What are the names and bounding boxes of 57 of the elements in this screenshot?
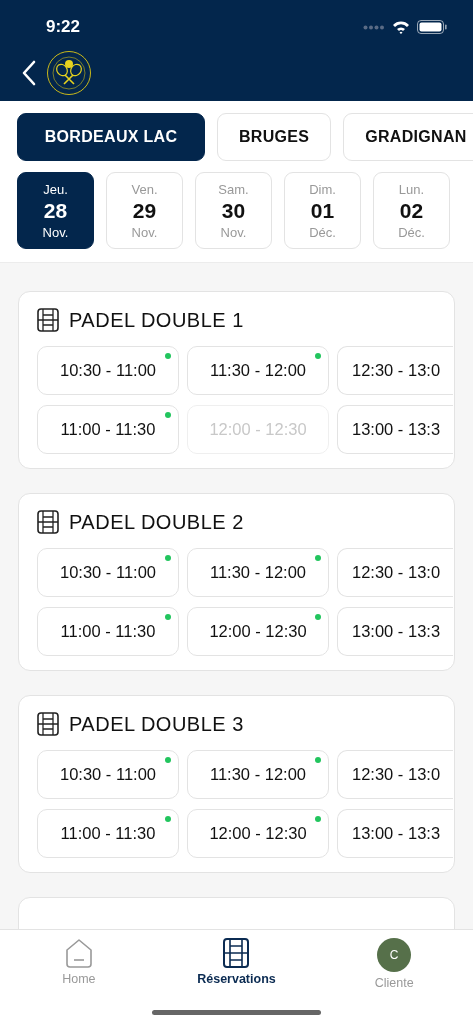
time-slot[interactable]: 10:30 - 11:00 — [37, 548, 179, 597]
court-icon — [37, 510, 59, 534]
time-slot[interactable]: 12:30 - 13:0 — [337, 346, 453, 395]
weekday-label: Jeu. — [43, 181, 68, 197]
court-title: PADEL DOUBLE 1 — [69, 308, 244, 332]
club-tab[interactable]: BORDEAUX LAC — [17, 113, 205, 161]
day-number: 30 — [221, 198, 246, 223]
wifi-icon — [392, 20, 410, 34]
date-chip[interactable]: Jeu. 28 Nov. — [17, 172, 94, 249]
day-number: 02 — [399, 198, 424, 223]
date-chip[interactable]: Sam. 30 Nov. — [195, 172, 272, 249]
day-number: 01 — [310, 198, 335, 223]
time-slot[interactable]: 11:30 - 12:00 — [187, 548, 329, 597]
court-title: PADEL DOUBLE 3 — [69, 712, 244, 736]
month-label: Déc. — [398, 224, 425, 240]
court-title: PADEL DOUBLE 2 — [69, 510, 244, 534]
avatar-initial: C — [377, 938, 412, 972]
signal-icon — [363, 24, 385, 30]
club-tab[interactable]: BRUGES — [217, 113, 332, 161]
time-slot[interactable]: 11:30 - 12:00 — [187, 750, 329, 799]
weekday-label: Dim. — [309, 181, 336, 197]
time-slot[interactable]: 11:00 - 11:30 — [37, 809, 179, 858]
club-logo-icon — [46, 50, 92, 96]
back-icon[interactable] — [22, 60, 36, 86]
time-slot[interactable]: 11:00 - 11:30 — [37, 405, 179, 454]
time-slot[interactable]: 11:30 - 12:00 — [187, 346, 329, 395]
court-icon — [37, 308, 59, 332]
day-number: 28 — [43, 198, 68, 223]
month-label: Nov. — [131, 224, 158, 240]
weekday-label: Lun. — [398, 181, 425, 197]
date-chip[interactable]: Ven. 29 Nov. — [106, 172, 183, 249]
battery-icon — [417, 20, 447, 34]
court-icon — [37, 712, 59, 736]
time-slot[interactable]: 10:30 - 11:00 — [37, 346, 179, 395]
time-slot[interactable]: 12:30 - 13:0 — [337, 548, 453, 597]
month-label: Nov. — [42, 224, 69, 240]
time-slot[interactable]: 13:00 - 13:3 — [337, 405, 453, 454]
date-chip[interactable]: Lun. 02 Déc. — [373, 172, 450, 249]
time-slot[interactable]: 13:00 - 13:3 — [337, 607, 453, 656]
time-slot[interactable]: 12:00 - 12:30 — [187, 809, 329, 858]
home-icon — [64, 938, 93, 968]
day-number: 29 — [132, 198, 157, 223]
weekday-label: Sam. — [218, 181, 249, 197]
month-label: Déc. — [309, 224, 336, 240]
court-icon — [223, 938, 250, 968]
date-chip[interactable]: Dim. 01 Déc. — [284, 172, 361, 249]
club-tab[interactable]: GRADIGNAN — [343, 113, 473, 161]
time-slot[interactable]: 12:00 - 12:30 — [187, 607, 329, 656]
time-slot[interactable]: 12:30 - 13:0 — [337, 750, 453, 799]
tab-item[interactable]: Réservations — [166, 938, 307, 986]
weekday-label: Ven. — [131, 181, 158, 197]
status-time: 9:22 — [46, 17, 81, 37]
time-slot[interactable]: 13:00 - 13:3 — [337, 809, 453, 858]
month-label: Nov. — [220, 224, 247, 240]
tab-item[interactable]: C Cliente — [324, 938, 465, 990]
time-slot[interactable]: 11:00 - 11:30 — [37, 607, 179, 656]
time-slot[interactable]: 10:30 - 11:00 — [37, 750, 179, 799]
